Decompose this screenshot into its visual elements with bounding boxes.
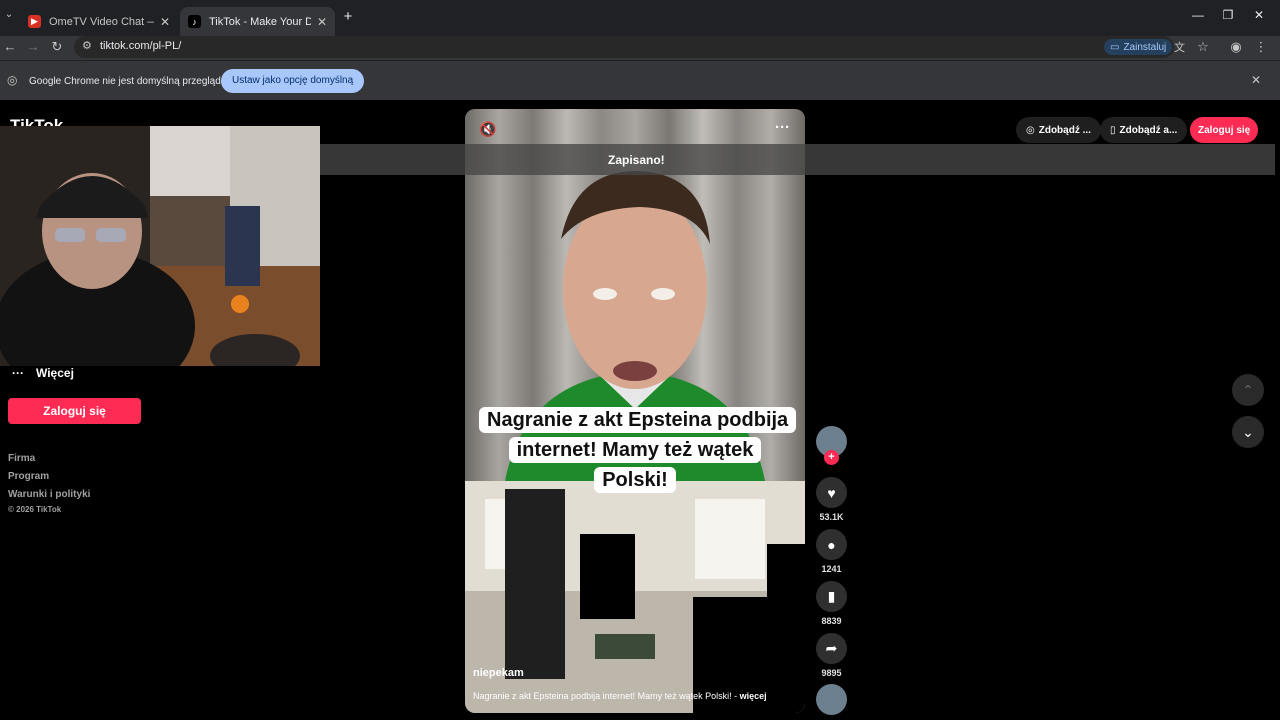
more-dots-icon: ···: [12, 366, 24, 380]
set-default-button[interactable]: Ustaw jako opcję domyślną: [221, 69, 365, 93]
address-bar[interactable]: ⚙ tiktok.com/pl-PL/ ▭ Zainstaluj 文: [74, 36, 1185, 58]
tab-ometv[interactable]: ▶ OmeTV Video Chat — Omegle ✕: [20, 7, 178, 36]
tiktok-favicon-icon: ♪: [188, 15, 201, 28]
close-tab-icon[interactable]: ✕: [317, 15, 327, 29]
video-caption-overlay: Nagranie z akt Epsteina podbija internet…: [479, 405, 797, 495]
forward-icon[interactable]: →: [24, 39, 42, 54]
more-description-link[interactable]: więcej: [740, 691, 767, 701]
toolbar: ← → ↻ ⚙ tiktok.com/pl-PL/ ▭ Zainstaluj 文…: [0, 36, 1280, 60]
ometv-favicon-icon: ▶: [28, 15, 41, 28]
video-author[interactable]: niepekam: [473, 667, 524, 679]
tab-tiktok[interactable]: ♪ TikTok - Make Your Day ✕: [180, 7, 335, 36]
install-app-button[interactable]: ▭ Zainstaluj: [1104, 39, 1173, 55]
share-button[interactable]: ➦: [816, 633, 847, 664]
video-description: Nagranie z akt Epsteina podbija internet…: [473, 691, 767, 701]
chevron-down-icon: ⌄: [1242, 423, 1254, 440]
saved-toast-text: Zapisano!: [608, 153, 665, 167]
bookmark-icon: ▮: [827, 588, 836, 604]
back-icon[interactable]: ←: [1, 39, 19, 54]
coin-icon: ◎: [1026, 124, 1035, 136]
site-info-icon[interactable]: ⚙: [82, 39, 92, 52]
heart-icon: ♥: [827, 484, 836, 501]
tab-search-icon[interactable]: ⌄: [0, 9, 18, 20]
install-icon: ▭: [1110, 41, 1120, 53]
close-window-icon[interactable]: ✕: [1244, 8, 1274, 22]
video-options-icon[interactable]: ···: [775, 119, 790, 136]
infobar-message: Google Chrome nie jest domyślną przegląd…: [29, 76, 241, 87]
tab-title: TikTok - Make Your Day: [209, 15, 311, 28]
close-tab-icon[interactable]: ✕: [160, 15, 170, 29]
saved-toast-bar: [320, 144, 1275, 175]
next-video-button[interactable]: ⌄: [1232, 416, 1264, 448]
more-label: Więcej: [36, 366, 74, 380]
footer-link-terms[interactable]: Warunki i polityki: [8, 489, 90, 500]
chrome-menu-icon[interactable]: ⋮: [1252, 39, 1270, 55]
new-tab-button[interactable]: +: [338, 8, 358, 25]
follow-plus-icon[interactable]: +: [824, 450, 839, 465]
chevron-up-icon: ⌃: [1242, 381, 1254, 398]
get-coins-button[interactable]: ◎ Zdobądź ...: [1016, 117, 1101, 143]
tab-strip: ⌄ ▶ OmeTV Video Chat — Omegle ✕ ♪ TikTok…: [0, 0, 1280, 36]
footer-copyright: © 2026 TikTok: [8, 505, 62, 514]
share-count: 9895: [821, 668, 842, 678]
minimize-icon[interactable]: —: [1183, 8, 1213, 22]
default-browser-infobar: ◎ Google Chrome nie jest domyślną przegl…: [0, 60, 1280, 100]
mute-icon[interactable]: 🔇: [479, 121, 496, 138]
restore-icon[interactable]: ❐: [1213, 8, 1243, 22]
more-menu[interactable]: ··· Więcej: [12, 366, 74, 380]
comment-icon: ●: [827, 536, 836, 553]
video-player[interactable]: 🔇 ··· Nagranie z akt Epsteina podbija in…: [465, 109, 805, 713]
footer-link-program[interactable]: Program: [8, 471, 49, 482]
footer-link-company[interactable]: Firma: [8, 453, 35, 464]
prev-video-button[interactable]: ⌃: [1232, 374, 1264, 406]
tab-title: OmeTV Video Chat — Omegle: [49, 15, 154, 28]
bookmark-star-icon[interactable]: ☆: [1194, 39, 1212, 55]
webcam-overlay: [0, 126, 320, 366]
install-label: Zainstaluj: [1123, 41, 1167, 53]
close-infobar-icon[interactable]: ✕: [1251, 73, 1261, 87]
reload-icon[interactable]: ↻: [48, 39, 66, 55]
tiktok-page: TikTok ··· Więcej Zaloguj się Firma Prog…: [0, 100, 1280, 720]
phone-icon: ▯: [1110, 124, 1116, 136]
comment-button[interactable]: ●: [816, 529, 847, 560]
like-button[interactable]: ♥: [816, 477, 847, 508]
translate-icon[interactable]: 文: [1174, 39, 1185, 55]
profile-icon[interactable]: ◉: [1227, 39, 1245, 55]
chrome-logo-icon: ◎: [7, 73, 18, 87]
comment-count: 1241: [821, 564, 842, 574]
like-count: 53.1K: [819, 512, 844, 522]
share-icon: ➦: [825, 640, 838, 656]
url-text: tiktok.com/pl-PL/: [100, 40, 182, 52]
get-app-button[interactable]: ▯ Zdobądź a...: [1100, 117, 1188, 143]
sidebar-login-button[interactable]: Zaloguj się: [8, 398, 141, 424]
save-button[interactable]: ▮: [816, 581, 847, 612]
sound-avatar[interactable]: [816, 684, 847, 715]
top-login-button[interactable]: Zaloguj się: [1190, 117, 1259, 143]
save-count: 8839: [821, 616, 842, 626]
